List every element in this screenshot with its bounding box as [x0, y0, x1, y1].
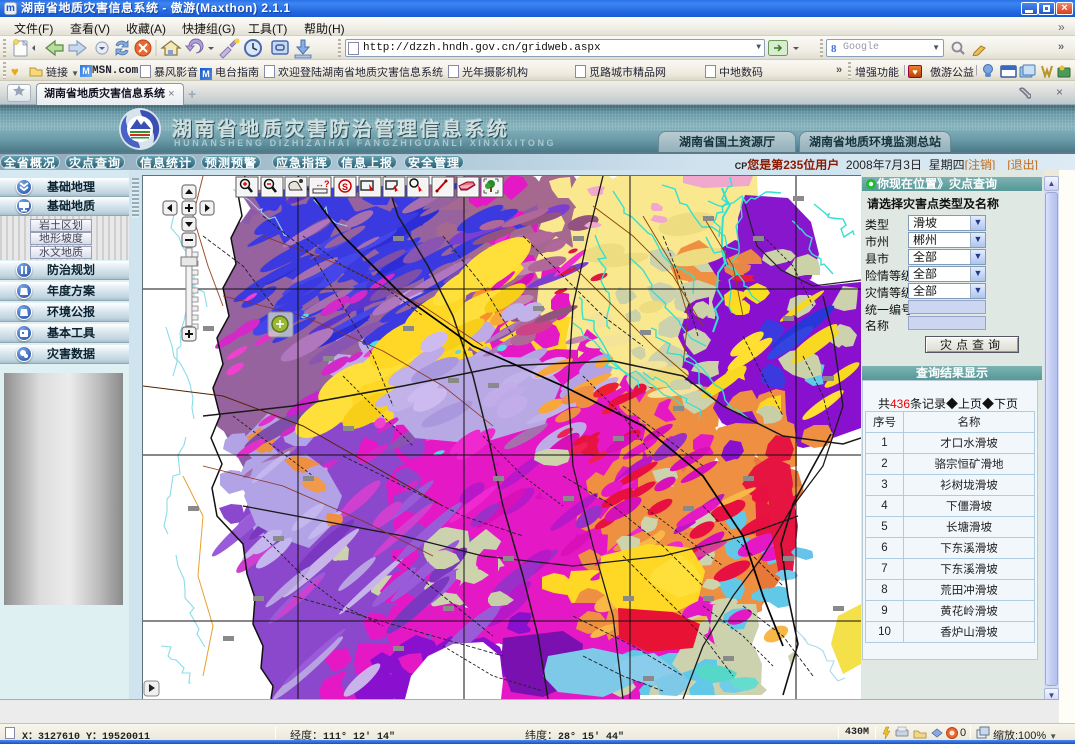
svg-text:↔?: ↔? — [315, 179, 330, 189]
svg-text:S: S — [342, 182, 348, 192]
